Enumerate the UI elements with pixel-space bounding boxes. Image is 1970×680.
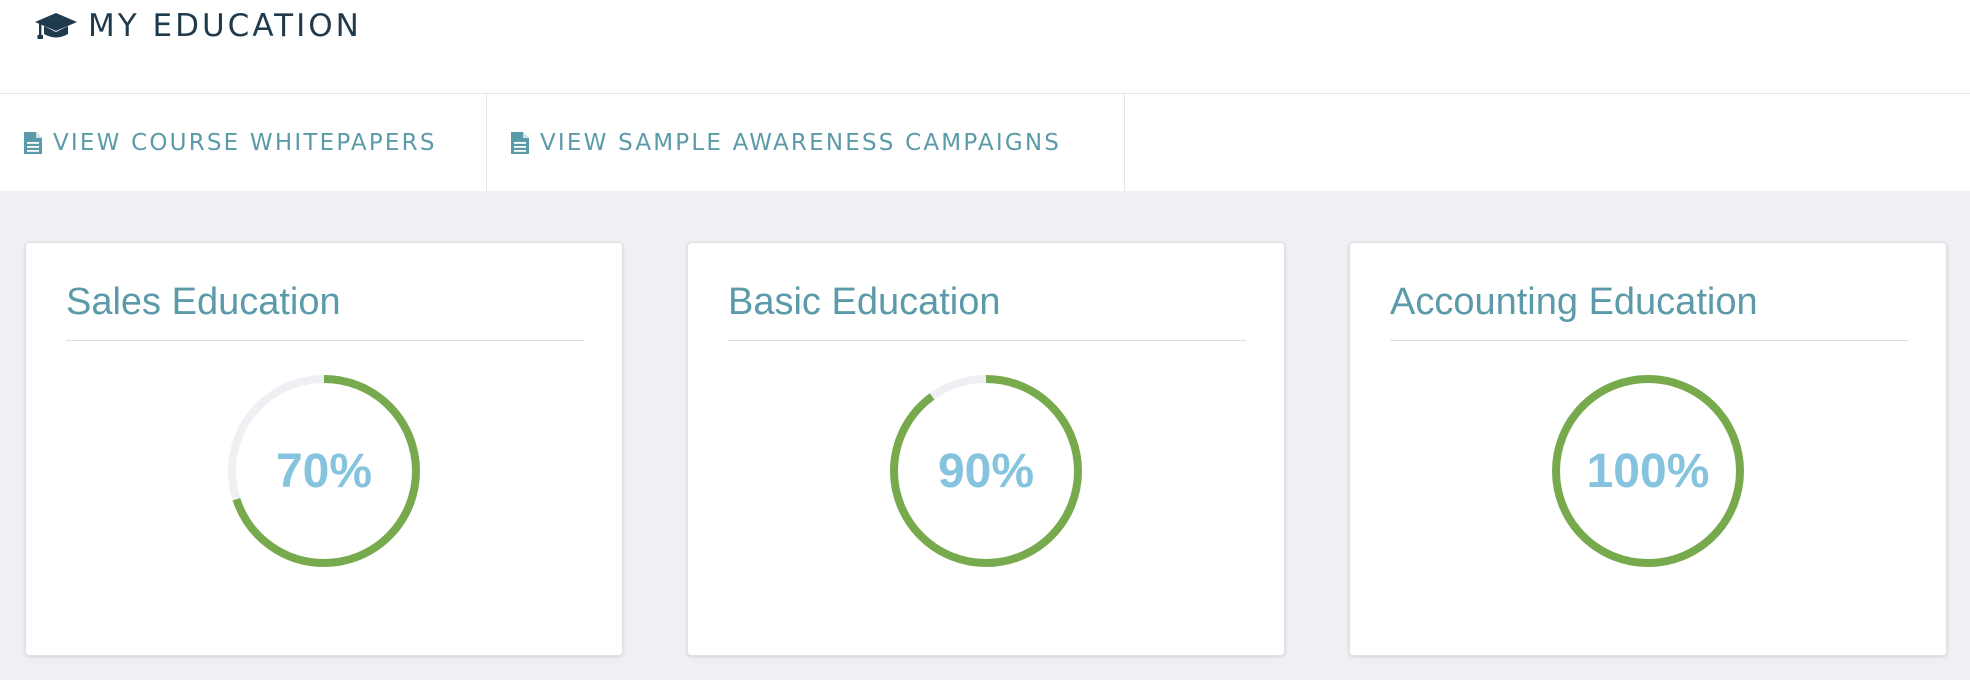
tab-view-course-whitepapers[interactable]: VIEW COURSE WHITEPAPERS [0, 94, 487, 191]
page-title: MY EDUCATION [34, 8, 362, 44]
tab-label: VIEW COURSE WHITEPAPERS [53, 129, 437, 156]
tab-bar: VIEW COURSE WHITEPAPERS VIEW SAMPLE AWAR… [0, 94, 1970, 191]
card-basic-education: Basic Education 90% [687, 242, 1285, 656]
progress-ring: 90% [888, 373, 1084, 569]
progress-ring: 100% [1550, 373, 1746, 569]
card-title: Sales Education [66, 281, 584, 341]
progress-percent: 90% [937, 444, 1035, 498]
card-sales-education: Sales Education 70% [25, 242, 623, 656]
tab-view-sample-awareness-campaigns[interactable]: VIEW SAMPLE AWARENESS CAMPAIGNS [487, 94, 1125, 191]
tab-label: VIEW SAMPLE AWARENESS CAMPAIGNS [540, 129, 1062, 156]
education-cards: Sales Education 70% Basic Education 90% … [0, 191, 1970, 680]
progress-percent: 100% [1586, 444, 1710, 498]
card-accounting-education: Accounting Education 100% [1349, 242, 1947, 656]
progress-percent: 70% [275, 444, 373, 498]
card-title: Accounting Education [1390, 281, 1908, 341]
page-title-text: MY EDUCATION [88, 8, 362, 44]
progress-ring: 70% [226, 373, 422, 569]
card-title: Basic Education [728, 281, 1246, 341]
document-icon [511, 131, 529, 154]
document-icon [24, 131, 42, 154]
top-header: MY EDUCATION [0, 0, 1970, 94]
graduation-cap-icon [35, 13, 77, 39]
